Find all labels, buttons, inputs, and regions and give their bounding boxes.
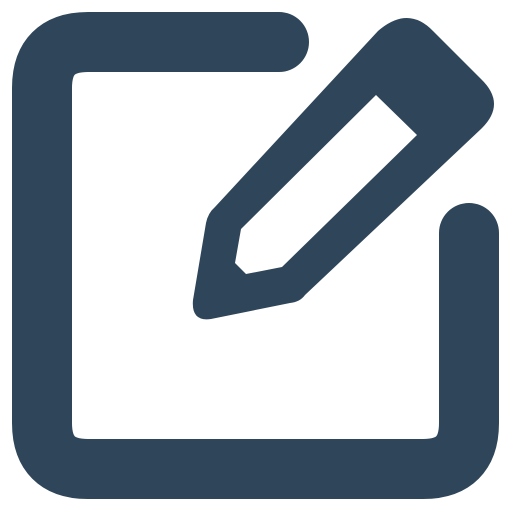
edit-icon xyxy=(12,12,499,499)
edit-icon-container xyxy=(0,0,512,512)
